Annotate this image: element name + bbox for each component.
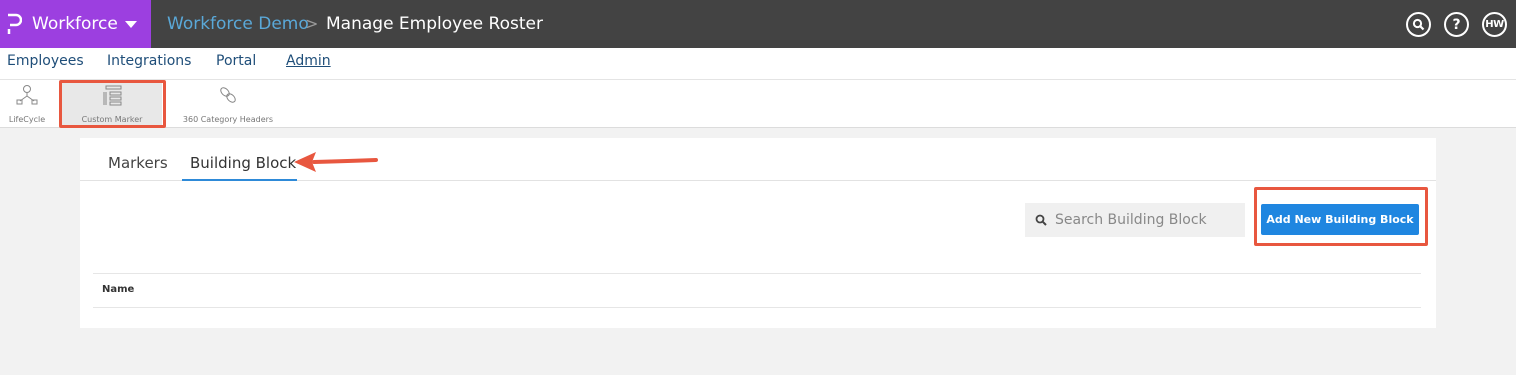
nav-integrations[interactable]: Integrations <box>107 53 191 69</box>
annotation-highlight-add-button <box>1254 187 1428 246</box>
breadcrumb-workforce-demo[interactable]: Workforce Demo <box>167 14 309 34</box>
tab-building-block[interactable]: Building Block <box>190 154 296 172</box>
toolbar-360-category-headers[interactable]: 360 Category Headers <box>170 80 286 128</box>
user-avatar[interactable]: HW <box>1482 12 1507 37</box>
page-title: Manage Employee Roster <box>326 14 543 34</box>
search-building-block-input[interactable]: Search Building Block <box>1025 203 1245 237</box>
nav-portal[interactable]: Portal <box>216 53 256 69</box>
top-bar: Workforce Workforce Demo > Manage Employ… <box>0 0 1516 48</box>
building-block-panel: Markers Building Block Search Building B… <box>80 138 1436 328</box>
tab-bar: Markers Building Block <box>80 138 1436 181</box>
brand-logo-icon <box>7 13 22 34</box>
brand-name: Workforce <box>32 14 118 34</box>
annotation-arrow-icon <box>294 152 378 172</box>
caret-down-icon <box>125 21 137 28</box>
lifecycle-icon <box>16 85 38 105</box>
nav-employees[interactable]: Employees <box>7 53 84 69</box>
toolbar-360-label: 360 Category Headers <box>182 115 274 124</box>
toolbar-lifecycle[interactable]: LifeCycle <box>2 80 52 128</box>
tab-markers[interactable]: Markers <box>108 154 168 172</box>
breadcrumb-separator: > <box>305 14 319 33</box>
active-tab-indicator <box>182 179 297 181</box>
admin-toolbar: LifeCycle Custom Marker 360 Category Hea… <box>0 80 1516 128</box>
search-icon <box>1035 214 1047 226</box>
search-icon[interactable] <box>1406 12 1431 37</box>
brand-menu[interactable]: Workforce <box>0 0 151 48</box>
search-placeholder: Search Building Block <box>1055 212 1207 228</box>
table-header-row: Name <box>93 273 1421 308</box>
help-icon[interactable]: ? <box>1444 12 1469 37</box>
toolbar-lifecycle-label: LifeCycle <box>8 115 46 124</box>
nav-admin[interactable]: Admin <box>286 53 331 69</box>
admin-nav: Employees Integrations Portal Admin <box>0 48 1516 84</box>
column-header-name[interactable]: Name <box>102 284 134 295</box>
link-chain-icon <box>220 87 236 103</box>
annotation-highlight-custom-marker <box>59 80 166 128</box>
